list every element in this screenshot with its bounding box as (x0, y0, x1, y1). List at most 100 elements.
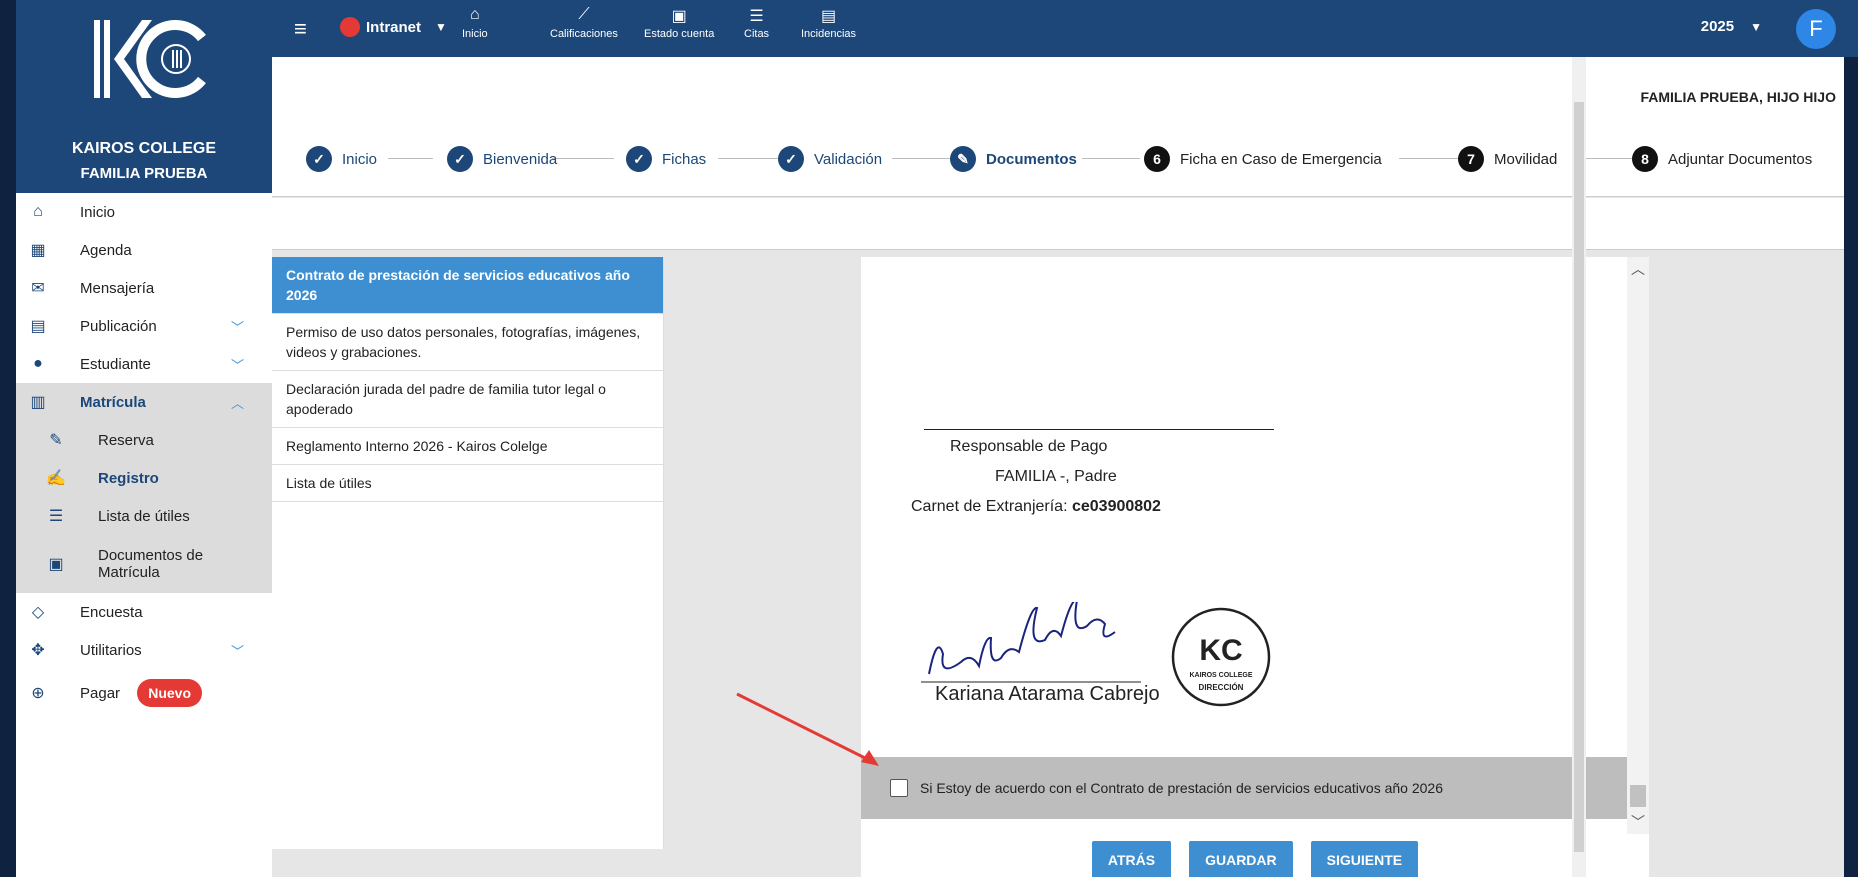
sidebar-item-lista-utiles[interactable]: ☰ Lista de útiles (16, 497, 272, 535)
scrollbar-thumb[interactable] (1630, 785, 1646, 807)
step-number: 7 (1458, 146, 1484, 172)
topnav-citas[interactable]: ☰ Citas (744, 6, 769, 40)
step-number: 6 (1144, 146, 1170, 172)
topnav-label: Incidencias (801, 28, 857, 40)
save-button[interactable]: GUARDAR (1189, 841, 1293, 877)
message-icon: ✉ (31, 280, 45, 297)
stamp-college: KAIROS COLLEGE (1189, 672, 1252, 679)
scroll-up-icon[interactable]: ︿ (1631, 259, 1645, 279)
sidebar-item-mensajeria[interactable]: ✉ Mensajería (16, 269, 272, 307)
step-label: Movilidad (1494, 150, 1558, 168)
app-selector[interactable]: Intranet ▼ (340, 17, 447, 37)
step-validacion[interactable]: ✓ Validación (778, 145, 882, 173)
sidebar-item-pagar[interactable]: ⊕ Pagar Nuevo (16, 669, 272, 717)
hamburger-menu-icon[interactable]: ≡ (294, 16, 307, 42)
sidebar-item-label: Reserva (98, 431, 154, 449)
enrollment-stepper: ✓ Inicio ✓ Bienvenida ✓ Fichas ✓ Validación … (272, 145, 1844, 173)
document-item-declaracion[interactable]: Declaración jurada del padre de familia … (272, 371, 663, 428)
student-name: FAMILIA PRUEBA, HIJO HIJO (1640, 89, 1836, 105)
sidebar-item-utilitarios[interactable]: ✥ Utilitarios ﹀ (16, 631, 272, 669)
document-item-contrato[interactable]: Contrato de prestación de servicios educ… (272, 257, 663, 314)
newspaper-icon: ▤ (30, 318, 46, 335)
step-fichas[interactable]: ✓ Fichas (626, 145, 706, 173)
stamp-dept: DIRECCIÓN (1199, 683, 1244, 692)
document-item-reglamento[interactable]: Reglamento Interno 2026 - Kairos Colelge (272, 428, 663, 465)
topnav-label: Inicio (462, 28, 488, 40)
step-bienvenida[interactable]: ✓ Bienvenida (447, 145, 557, 173)
avatar[interactable]: F (1796, 9, 1836, 49)
check-icon: ✓ (447, 146, 473, 172)
document-scrollbar[interactable]: ︿ ﹀ (1627, 257, 1649, 834)
sidebar-item-agenda[interactable]: ▦ Agenda (16, 231, 272, 269)
chevron-up-icon: ︿ (230, 395, 244, 411)
document-scroll-area[interactable]: Responsable de Pago FAMILIA -, Padre Car… (861, 257, 1649, 834)
next-button[interactable]: SIGUIENTE (1310, 841, 1419, 877)
step-movilidad[interactable]: 7 Movilidad (1458, 145, 1557, 173)
step-label: Inicio (342, 150, 378, 168)
chevron-down-icon: ﹀ (230, 357, 244, 373)
step-label: Bienvenida (483, 150, 558, 168)
step-label: Fichas (662, 150, 707, 168)
edit-icon: ✎ (49, 432, 63, 449)
document-viewer: Responsable de Pago FAMILIA -, Padre Car… (861, 257, 1649, 877)
sidebar-item-label: Pagar (80, 684, 121, 702)
sidebar-item-inicio[interactable]: ⌂ Inicio (16, 193, 272, 231)
agree-label: Si Estoy de acuerdo con el Contrato de p… (920, 780, 1443, 796)
sidebar-item-label: Encuesta (80, 603, 143, 621)
sidebar-item-documentos-matricula[interactable]: ▣ Documentos de Matrícula (16, 535, 272, 593)
step-connector (388, 158, 433, 159)
director-signature: Kariana Atarama Cabrejo KC KAIROS COLLEG… (921, 602, 1271, 707)
document-item-lista-utiles[interactable]: Lista de útiles (272, 465, 663, 502)
signature-line (924, 429, 1274, 430)
topnav-incidencias[interactable]: ▤ Incidencias (801, 6, 856, 40)
agree-checkbox[interactable] (890, 779, 908, 797)
signer-name: Kariana Atarama Cabrejo (935, 683, 1160, 705)
chevron-down-icon: ▼ (1750, 20, 1762, 34)
back-button[interactable]: ATRÁS (1091, 841, 1172, 877)
topnav-estado-cuenta[interactable]: ▣ Estado cuenta (644, 6, 714, 40)
topnav-inicio[interactable]: ⌂ Inicio (462, 6, 488, 40)
home-icon: ⌂ (33, 203, 43, 220)
form-edit-icon: ✍ (46, 470, 66, 487)
topnav-label: Calificaciones (550, 28, 618, 40)
sidebar-item-estudiante[interactable]: ● Estudiante ﹀ (16, 345, 272, 383)
step-label: Ficha en Caso de Emergencia (1180, 150, 1382, 168)
step-documentos[interactable]: ✎ Documentos (950, 145, 1077, 173)
scroll-down-icon[interactable]: ﹀ (1631, 812, 1645, 832)
topnav-calificaciones[interactable]: ⟋ Calificaciones (550, 6, 618, 40)
topnav-label: Estado cuenta (644, 28, 715, 40)
year-selector[interactable]: 2025 ▼ (1701, 18, 1762, 35)
sidebar-item-label: Documentos de Matrícula (98, 547, 204, 581)
main-content: FAMILIA PRUEBA, HIJO HIJO ✓ Inicio ✓ Bienv… (272, 57, 1844, 877)
sidebar-item-matricula[interactable]: ▥ Matrícula ︿ (16, 383, 272, 421)
book-icon: ▥ (30, 394, 46, 411)
step-connector (552, 158, 614, 159)
chevron-down-icon: ▼ (435, 20, 447, 34)
step-inicio[interactable]: ✓ Inicio (306, 145, 377, 173)
pencil-icon: ✎ (950, 146, 976, 172)
payer-id-value: ce03900802 (1071, 498, 1161, 515)
step-label: Validación (814, 150, 883, 168)
sidebar-item-reserva[interactable]: ✎ Reserva (16, 421, 272, 459)
payer-id: Carnet de Extranjería: ce03900802 (911, 498, 1161, 516)
sidebar-item-publicacion[interactable]: ▤ Publicación ﹀ (16, 307, 272, 345)
calendar-icon: ▦ (30, 242, 46, 259)
chevron-down-icon: ﹀ (230, 643, 244, 659)
step-emergencia[interactable]: 6 Ficha en Caso de Emergencia (1144, 145, 1382, 173)
scrollbar-thumb[interactable] (1574, 102, 1584, 852)
sidebar-item-label: Agenda (80, 241, 132, 259)
step-adjuntar[interactable]: 8 Adjuntar Documentos (1632, 145, 1812, 173)
family-name: FAMILIA PRUEBA (80, 165, 208, 182)
document-list: Contrato de prestación de servicios educ… (272, 257, 664, 849)
new-badge: Nuevo (137, 679, 202, 707)
document-item-permiso[interactable]: Permiso de uso datos personales, fotogra… (272, 314, 663, 371)
agreement-row: Si Estoy de acuerdo con el Contrato de p… (861, 757, 1649, 819)
top-bar: ≡ Intranet ▼ ⌂ Inicio ⟋ Calificaciones ▣ Es… (272, 0, 1858, 57)
step-connector (1082, 158, 1140, 159)
sidebar-nav: ⌂ Inicio ▦ Agenda ✉ Mensajería ▤ Publicación… (16, 193, 272, 717)
stamp-logo-text: KC (1199, 634, 1242, 667)
college-name: KAIROS COLLEGE (71, 140, 216, 157)
page-scrollbar[interactable] (1572, 57, 1586, 877)
sidebar-item-encuesta[interactable]: ◇ Encuesta (16, 593, 272, 631)
sidebar-item-registro[interactable]: ✍ Registro (16, 459, 272, 497)
